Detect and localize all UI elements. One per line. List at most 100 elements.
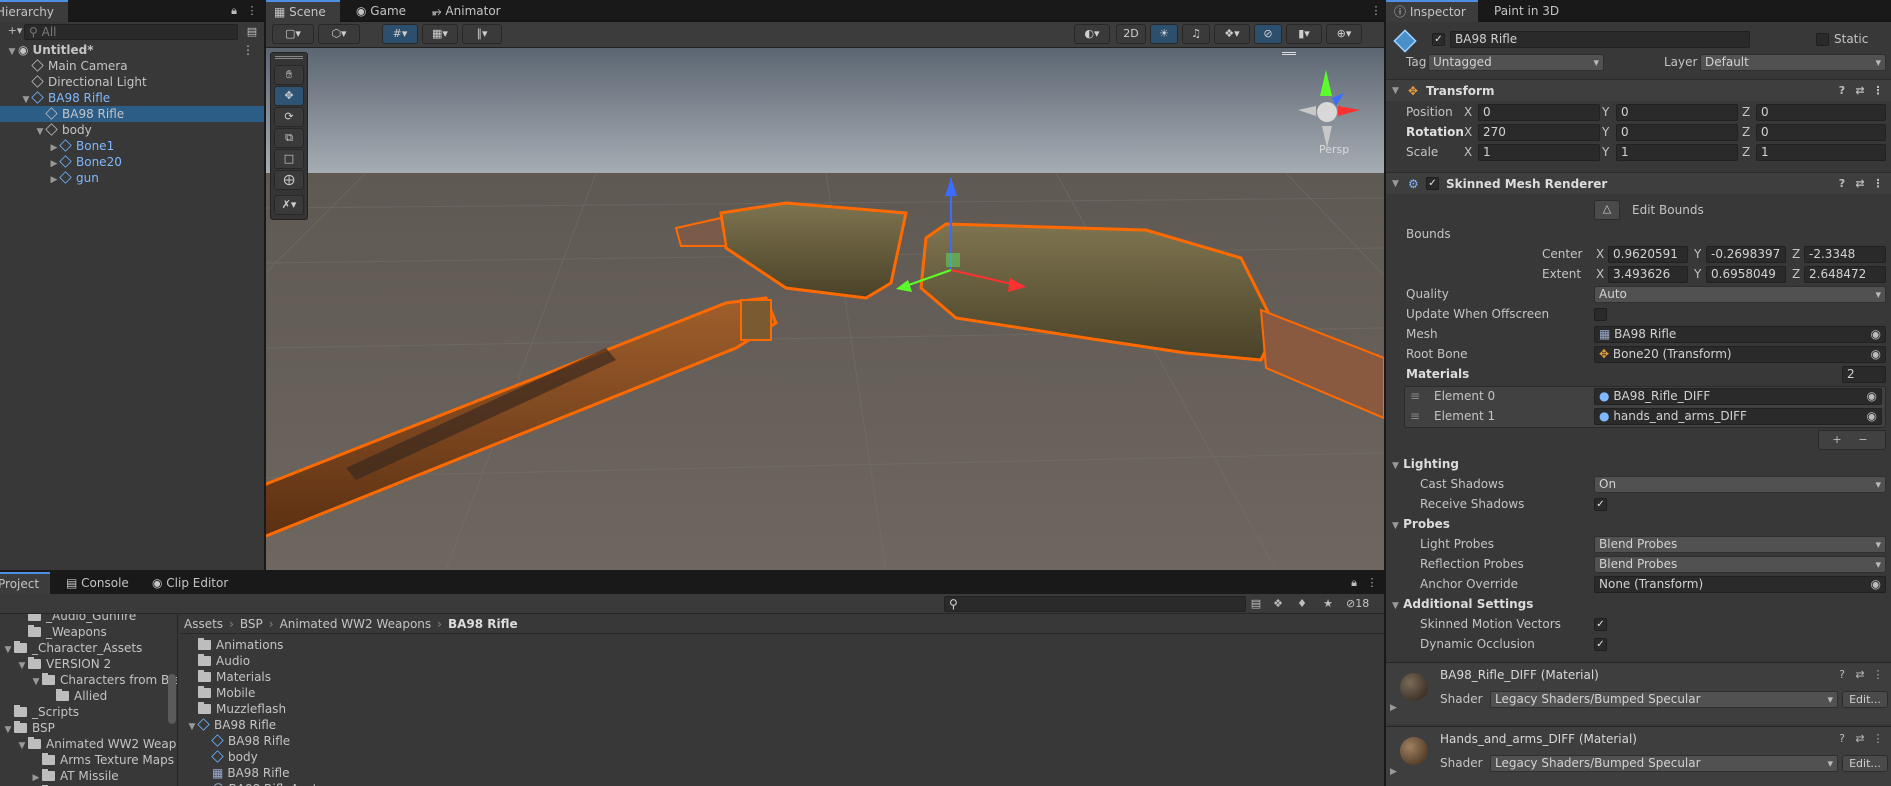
project-lock-icon[interactable]: 🔒︎	[1346, 575, 1362, 591]
project-tree-item[interactable]: _Weapons	[0, 624, 177, 640]
tab-hierarchy[interactable]: Hierarchy	[0, 0, 68, 22]
drag-handle-icon[interactable]: ≡	[1410, 388, 1420, 405]
light-probes-dropdown[interactable]: Blend Probes	[1594, 536, 1886, 553]
help-icon[interactable]: ?	[1834, 176, 1850, 192]
more-menu-icon[interactable]: ⋮	[244, 3, 260, 19]
object-picker-icon[interactable]: ◉	[1871, 347, 1881, 362]
increment-snap-dropdown[interactable]: ∥▾	[462, 24, 502, 44]
foldout-arrow-icon[interactable]: ▶	[1390, 767, 1397, 777]
gizmos-dropdown[interactable]: ⊕▾	[1326, 24, 1362, 44]
project-search[interactable]: ⚲	[944, 596, 1246, 612]
hierarchy-search[interactable]: ⚲ All	[24, 24, 238, 40]
tree-scrollbar[interactable]	[168, 674, 176, 724]
hierarchy-item[interactable]: BA98 Rifle	[0, 106, 264, 122]
project-file-item[interactable]: body	[180, 749, 1384, 765]
presets-icon[interactable]: ⇄	[1852, 83, 1868, 99]
extent-z-field[interactable]: 2.648472	[1804, 266, 1886, 283]
project-tree-item[interactable]: Arms Texture Maps	[0, 752, 177, 768]
breadcrumb-item[interactable]: Animated WW2 Weapons	[280, 617, 432, 631]
effects-dropdown[interactable]: ❖▾	[1214, 24, 1250, 44]
quality-dropdown[interactable]: Auto	[1594, 286, 1886, 303]
object-name-field[interactable]: BA98 Rifle	[1450, 31, 1750, 48]
center-x-field[interactable]: 0.9620591	[1608, 246, 1688, 263]
project-file-item[interactable]: BA98 Rifle	[180, 733, 1384, 749]
component-menu-icon[interactable]: ⋮	[1870, 667, 1886, 683]
edit-shader-button[interactable]: Edit...	[1842, 755, 1888, 772]
hidden-objects-toggle[interactable]: ⊘	[1254, 24, 1282, 44]
presets-icon[interactable]: ⇄	[1852, 176, 1868, 192]
hierarchy-item[interactable]: Main Camera	[0, 58, 264, 74]
grid-dropdown[interactable]: ▦▾	[422, 24, 458, 44]
persp-label[interactable]: Persp	[1319, 143, 1349, 156]
lighting-toggle[interactable]: ☀	[1150, 24, 1178, 44]
transform-tool-button[interactable]: ⨁	[274, 170, 304, 190]
project-tree-item[interactable]: _Scripts	[0, 704, 177, 720]
favorite-star-icon[interactable]: ★	[1320, 596, 1336, 612]
center-z-field[interactable]: -2.3348	[1804, 246, 1886, 263]
anchor-override-field[interactable]: None (Transform) ◉	[1594, 576, 1886, 593]
toggle-2d-button[interactable]: 2D	[1116, 24, 1146, 44]
smr-enabled-checkbox[interactable]: ✓	[1426, 177, 1439, 190]
help-icon[interactable]: ?	[1834, 83, 1850, 99]
transform-x-field[interactable]: 270	[1478, 124, 1600, 141]
probes-foldout[interactable]: ▼ Probes	[1392, 516, 1450, 535]
hierarchy-item[interactable]: ▼ ◉ Untitled* ⋮	[0, 42, 264, 58]
camera-dropdown[interactable]: ▮▾	[1286, 24, 1322, 44]
project-tree-item[interactable]: ▼ Animated WW2 Weapor	[0, 736, 177, 752]
project-file-item[interactable]: Muzzleflash	[180, 701, 1384, 717]
hierarchy-item[interactable]: ▶ Bone20	[0, 154, 264, 170]
tab-scene[interactable]: ▦ Scene	[266, 0, 340, 22]
element-material-field[interactable]: ● BA98_Rifle_DIFF ◉	[1594, 388, 1882, 405]
materials-label[interactable]: Materials	[1406, 366, 1469, 383]
foldout-arrow-icon[interactable]: ▶	[1390, 703, 1397, 713]
remove-element-button[interactable]: −	[1855, 432, 1871, 448]
shader-dropdown[interactable]: Legacy Shaders/Bumped Specular	[1490, 691, 1838, 708]
static-checkbox[interactable]	[1816, 33, 1829, 46]
breadcrumb-item[interactable]: BA98 Rifle	[448, 617, 518, 631]
project-file-item[interactable]: Mobile	[180, 685, 1384, 701]
lighting-foldout[interactable]: ▼ Lighting	[1392, 456, 1459, 475]
hierarchy-item[interactable]: Directional Light	[0, 74, 264, 90]
scene-menu-icon[interactable]: ⋮	[242, 42, 254, 58]
project-more-icon[interactable]: ⋮	[1364, 575, 1380, 591]
motion-vectors-checkbox[interactable]: ✓	[1594, 618, 1607, 631]
presets-icon[interactable]: ⇄	[1852, 667, 1868, 683]
component-menu-icon[interactable]: ⋮	[1870, 176, 1886, 192]
cast-shadows-dropdown[interactable]: On	[1594, 476, 1886, 493]
project-tree-item[interactable]: ▼ _Character_Assets	[0, 640, 177, 656]
project-file-item[interactable]: Animations	[180, 637, 1384, 653]
breadcrumb-item[interactable]: Assets	[184, 617, 223, 631]
additional-settings-foldout[interactable]: ▼ Additional Settings	[1392, 596, 1533, 615]
object-picker-icon[interactable]: ◉	[1867, 389, 1877, 404]
project-file-item[interactable]: ☺ BA98 RifleAvatar	[180, 781, 1384, 786]
render-mode-dropdown[interactable]: ◐▾	[1074, 24, 1110, 44]
help-icon[interactable]: ?	[1834, 731, 1850, 747]
tab-animator[interactable]: ⥵ Animator	[424, 0, 509, 22]
tab-console[interactable]: ▤ Console	[58, 572, 137, 594]
hand-tool-button[interactable]: ✋︎	[274, 65, 304, 85]
layer-dropdown[interactable]: Default	[1700, 54, 1886, 71]
shading-dropdown[interactable]: ⬡▾	[318, 24, 360, 44]
component-menu-icon[interactable]: ⋮	[1870, 731, 1886, 747]
tab-game[interactable]: ◉ Game	[348, 0, 414, 22]
hierarchy-item[interactable]: ▶ Bone1	[0, 138, 264, 154]
project-tree-item[interactable]: _Audio_Gunfire	[0, 614, 177, 624]
project-tree-item[interactable]: ▼ BSP	[0, 720, 177, 736]
extent-x-field[interactable]: 3.493626	[1608, 266, 1688, 283]
tab-paint-in-3d[interactable]: Paint in 3D	[1486, 0, 1567, 22]
transform-x-field[interactable]: 0	[1478, 104, 1600, 121]
drag-handle-icon[interactable]: ≡	[1410, 408, 1420, 425]
rotate-tool-button[interactable]: ⟳	[274, 107, 304, 127]
mesh-field[interactable]: ▦ BA98 Rifle ◉	[1594, 326, 1886, 343]
overlay-handle[interactable]	[1282, 52, 1296, 55]
tag-dropdown[interactable]: Untagged	[1428, 54, 1604, 71]
transform-y-field[interactable]: 0	[1616, 104, 1738, 121]
audio-toggle[interactable]: ♫	[1182, 24, 1210, 44]
breadcrumb-item[interactable]: BSP	[240, 617, 263, 631]
transform-z-field[interactable]: 1	[1756, 144, 1886, 161]
shader-dropdown[interactable]: Legacy Shaders/Bumped Specular	[1490, 755, 1838, 772]
lock-icon[interactable]: 🔒︎	[226, 3, 242, 19]
element-material-field[interactable]: ● hands_and_arms_DIFF ◉	[1594, 408, 1882, 425]
transform-x-field[interactable]: 1	[1478, 144, 1600, 161]
custom-tool-dropdown[interactable]: ✗▾	[274, 195, 304, 215]
